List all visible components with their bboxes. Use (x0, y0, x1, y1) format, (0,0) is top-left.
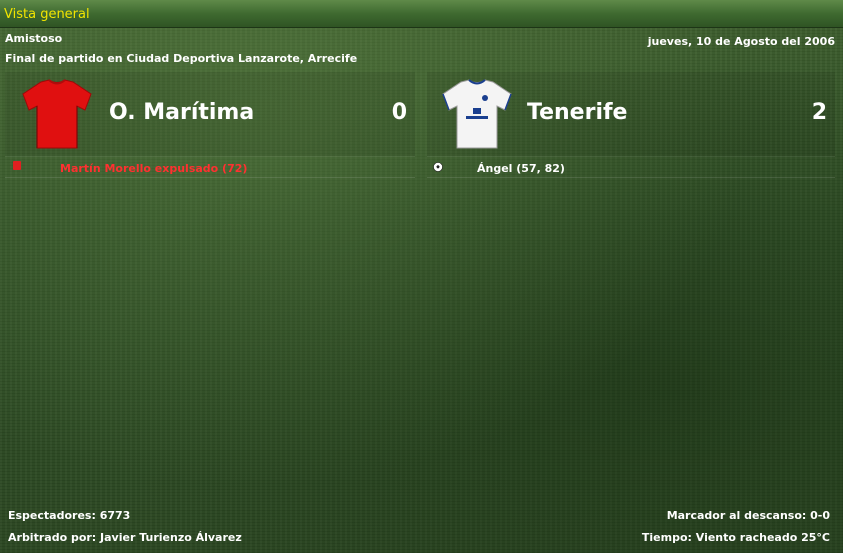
halftime-score-label: Marcador al descanso: 0-0 (666, 509, 830, 522)
home-team-panel: O. Marítima 0 (5, 72, 415, 156)
home-score: 0 (391, 100, 407, 125)
football-icon (433, 162, 443, 172)
window-title: Vista general (4, 7, 90, 22)
away-event-text[interactable]: Ángel (57, 82) (477, 162, 565, 175)
home-team-name[interactable]: O. Marítima (109, 100, 254, 125)
competition-label: Amistoso (5, 32, 63, 45)
home-shirt-icon (22, 79, 92, 149)
home-events-row: Martín Morello expulsado (72) (5, 156, 415, 178)
home-event-text[interactable]: Martín Morello expulsado (72) (60, 162, 247, 175)
weather-label: Tiempo: Viento racheado 25°C (641, 531, 830, 544)
away-score: 2 (811, 100, 827, 125)
attendance-label: Espectadores: 6773 (8, 509, 131, 522)
match-status-venue: Final de partido en Ciudad Deportiva Lan… (5, 52, 358, 65)
away-events-row: Ángel (57, 82) (427, 156, 835, 178)
scoreboard: O. Marítima 0 Tenerife 2 Martín Morello … (5, 72, 835, 180)
title-bar: Vista general (0, 0, 843, 28)
red-card-icon (13, 161, 21, 170)
referee-label: Arbitrado por: Javier Turienzo Álvarez (8, 531, 242, 544)
match-date: jueves, 10 de Agosto del 2006 (647, 35, 835, 48)
away-shirt-icon (442, 79, 512, 149)
away-team-panel: Tenerife 2 (427, 72, 835, 156)
away-team-name[interactable]: Tenerife (527, 100, 627, 125)
